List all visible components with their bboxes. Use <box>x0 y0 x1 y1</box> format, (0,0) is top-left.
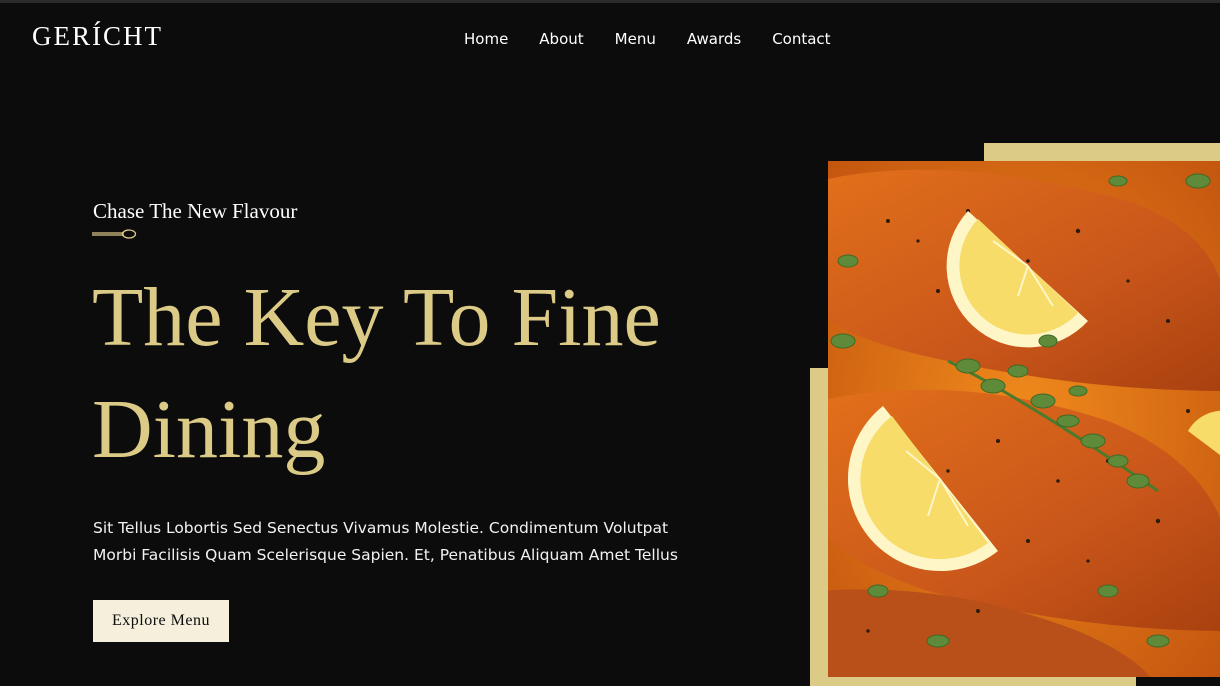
nav-link-contact[interactable]: Contact <box>772 30 830 48</box>
spoon-icon <box>92 229 137 239</box>
nav-link-about[interactable]: About <box>539 30 583 48</box>
logo[interactable]: GERÍCHT <box>32 23 163 50</box>
nav-link-home[interactable]: Home <box>464 30 508 48</box>
image-frame-bottom <box>810 677 1136 686</box>
hero-food-image <box>828 161 1220 677</box>
image-frame-top <box>984 143 1220 161</box>
navbar: GERÍCHT Home About Menu Awards Contact <box>0 3 1220 73</box>
hero-description: Sit Tellus Lobortis Sed Senectus Vivamus… <box>93 519 678 564</box>
image-frame-left <box>810 368 828 686</box>
nav-link-awards[interactable]: Awards <box>687 30 741 48</box>
explore-menu-button[interactable]: Explore Menu <box>93 600 229 642</box>
hero-subtitle: Chase The New Flavour <box>93 199 298 223</box>
nav-link-menu[interactable]: Menu <box>615 30 656 48</box>
nav-links: Home About Menu Awards Contact <box>464 30 862 48</box>
hero-headline: The Key To Fine Dining <box>92 271 661 476</box>
salmon-dish-illustration <box>828 161 1220 677</box>
